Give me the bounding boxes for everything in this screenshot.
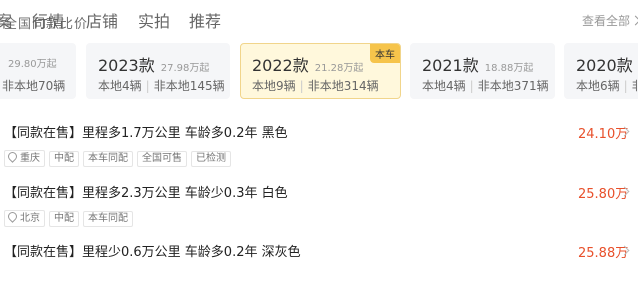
current-car-badge: 本车 bbox=[370, 44, 400, 63]
year-card-counts: 本地9辆 | 非本地314辆 bbox=[252, 77, 379, 94]
year-card-year-line: 2021款 18.88万起 bbox=[422, 52, 533, 76]
year-card-nonlocal: 非本地70辆 bbox=[2, 79, 66, 93]
year-card-strip: 29.80万起 非本地70辆 2023款 27.98万起 本地4辆 | 非本地145辆… bbox=[0, 43, 638, 101]
location-pin-icon bbox=[6, 210, 19, 223]
listing-tag: 本车同配 bbox=[83, 151, 133, 167]
chevron-right-icon bbox=[630, 15, 638, 26]
year-card-local: 本地9辆 bbox=[252, 79, 296, 93]
listing-tag: 已检测 bbox=[191, 151, 231, 167]
listing-tag: 中配 bbox=[49, 151, 79, 167]
year-card-nonlocal: 非 bbox=[632, 79, 638, 93]
divider: | bbox=[469, 79, 474, 93]
listing-row[interactable]: 【同款在售】里程少0.6万公里 车龄多0.2年 深灰色 25.88万 bbox=[0, 241, 638, 297]
year-card-year-line: 2020款 bbox=[576, 52, 633, 76]
year-card-2022[interactable]: 2022款 21.28万起 本地9辆 | 非本地314辆 本车 bbox=[240, 43, 401, 99]
year-card-local: 本地6辆 bbox=[576, 79, 620, 93]
year-card-price: 29.80万起 bbox=[8, 59, 57, 70]
top-tab-bar: 案 行情 店铺 实拍 推荐 全国同款比价 查看全部 bbox=[0, 0, 638, 38]
year-card-year: 2022款 bbox=[252, 56, 309, 75]
view-all-label: 查看全部 bbox=[582, 14, 631, 28]
location-tag: 北京 bbox=[4, 210, 45, 227]
year-card-price: 18.88万起 bbox=[484, 63, 534, 74]
year-card-local: 本地4辆 bbox=[422, 79, 466, 93]
tab-photos[interactable]: 实拍 bbox=[138, 8, 170, 32]
location-pin-icon bbox=[6, 150, 19, 163]
listing-tags: 北京 中配 本车同配 bbox=[4, 206, 137, 227]
year-card-year-line: 2023款 27.98万起 bbox=[98, 52, 209, 76]
tab-recommend[interactable]: 推荐 bbox=[189, 8, 221, 32]
listing-row[interactable]: 【同款在售】里程多1.7万公里 车龄多0.2年 黑色 重庆 中配 本车同配 全国可售已… bbox=[0, 122, 638, 178]
divider: | bbox=[145, 79, 150, 93]
year-card-counts: 本地4辆 | 非本地371辆 bbox=[422, 77, 549, 94]
tab-shops[interactable]: 店铺 bbox=[86, 8, 118, 32]
year-card-year: 2020款 bbox=[576, 56, 633, 75]
listing-tag: 本车同配 bbox=[83, 211, 133, 227]
year-card-year-line: 29.80万起 bbox=[2, 52, 57, 71]
view-all-link[interactable]: 查看全部 bbox=[582, 12, 638, 29]
year-card-2023[interactable]: 2023款 27.98万起 本地4辆 | 非本地145辆 bbox=[86, 43, 230, 99]
listing-title: 【同款在售】里程多2.3万公里 车龄少0.3年 白色 bbox=[4, 186, 288, 201]
location-text: 重庆 bbox=[20, 153, 40, 164]
year-card-counts: 本地4辆 | 非本地145辆 bbox=[98, 77, 225, 94]
listing-tag: 中配 bbox=[49, 211, 79, 227]
section-title: 全国同款比价 bbox=[4, 17, 89, 32]
year-card-year: 2021款 bbox=[422, 56, 479, 75]
listing-tag: 全国可售 bbox=[137, 151, 187, 167]
year-card-counts: 非本地70辆 bbox=[2, 77, 65, 94]
year-card-0[interactable]: 29.80万起 非本地70辆 bbox=[0, 43, 76, 99]
year-card-price: 27.98万起 bbox=[160, 63, 210, 74]
year-card-nonlocal: 非本地314辆 bbox=[307, 79, 379, 93]
location-text: 北京 bbox=[20, 213, 40, 224]
year-card-2021[interactable]: 2021款 18.88万起 本地4辆 | 非本地371辆 bbox=[410, 43, 555, 99]
year-card-nonlocal: 非本地371辆 bbox=[477, 79, 549, 93]
divider: | bbox=[623, 79, 628, 93]
location-tag: 重庆 bbox=[4, 150, 45, 167]
listing-row[interactable]: 【同款在售】里程多2.3万公里 车龄少0.3年 白色 北京 中配 本车同配 25.8… bbox=[0, 182, 638, 238]
listing-tags: 重庆 中配 本车同配 全国可售 已检测 bbox=[4, 146, 235, 167]
listing-title: 【同款在售】里程少0.6万公里 车龄多0.2年 深灰色 bbox=[4, 245, 301, 260]
year-card-nonlocal: 非本地145辆 bbox=[153, 79, 225, 93]
year-card-price: 21.28万起 bbox=[314, 63, 364, 74]
year-card-local: 本地4辆 bbox=[98, 79, 142, 93]
listing-title: 【同款在售】里程多1.7万公里 车龄多0.2年 黑色 bbox=[4, 126, 288, 141]
year-card-year-line: 2022款 21.28万起 bbox=[252, 52, 363, 76]
year-card-year: 2023款 bbox=[98, 56, 155, 75]
year-card-2020[interactable]: 2020款 本地6辆| 非 bbox=[564, 43, 638, 99]
year-card-counts: 本地6辆| 非 bbox=[576, 77, 638, 94]
divider: | bbox=[299, 79, 304, 93]
